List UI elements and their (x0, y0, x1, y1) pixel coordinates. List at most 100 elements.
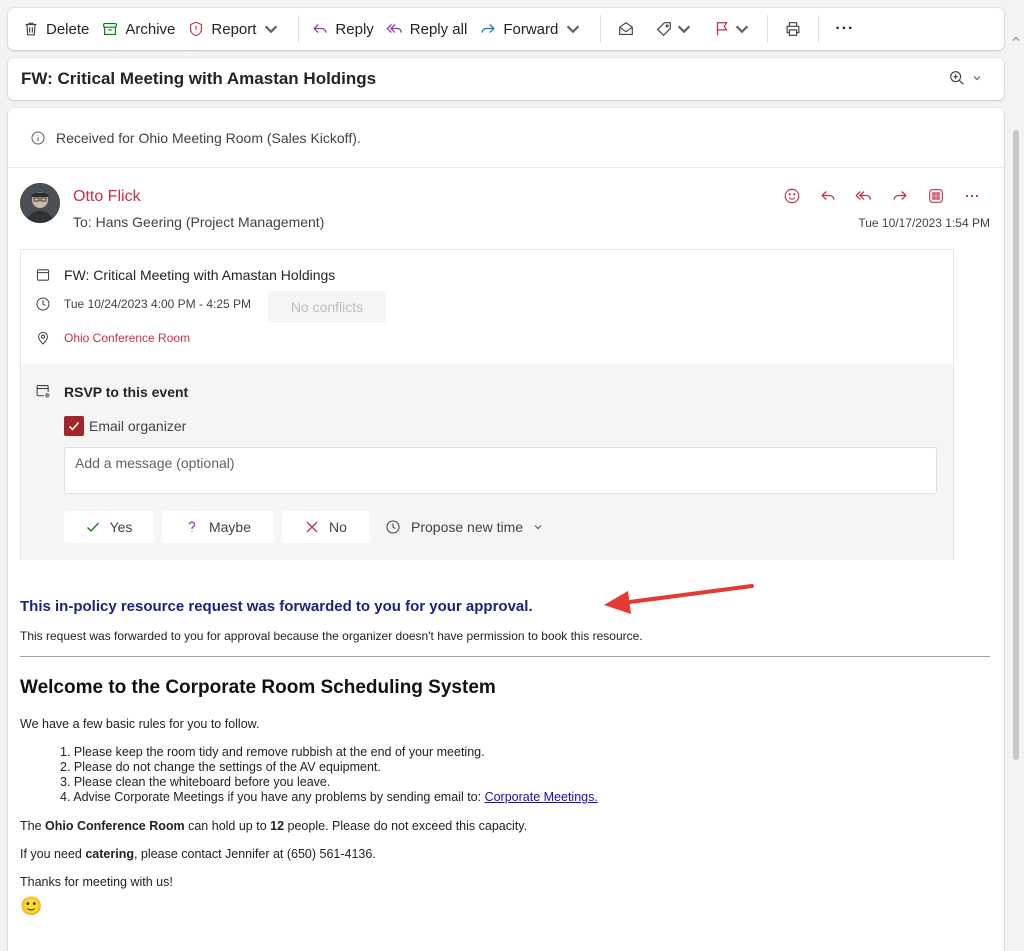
tag-icon (657, 22, 672, 37)
more-message-actions-button[interactable] (954, 183, 990, 209)
check-icon (86, 522, 99, 532)
archive-button[interactable]: Archive (95, 13, 181, 45)
toolbar-divider (767, 15, 769, 43)
rsvp-maybe-label: Maybe (208, 519, 252, 535)
event-time: Tue 10/24/2023 4:00 PM - 4:25 PM (64, 297, 252, 311)
scroll-up-icon[interactable] (1011, 34, 1021, 44)
rsvp-message-placeholder: Add a message (optional) (75, 455, 235, 471)
reply-message-button[interactable] (810, 183, 846, 209)
smiley-icon (784, 188, 800, 204)
checkbox-checked[interactable] (64, 416, 84, 436)
chevron-down-icon (973, 76, 981, 81)
rules-list: 1. Please keep the room tidy and remove … (60, 745, 990, 805)
message-subject: FW: Critical Meeting with Amastan Holdin… (21, 69, 377, 88)
report-label: Report (211, 20, 257, 38)
categorize-button[interactable] (645, 13, 703, 45)
forward-icon (481, 24, 496, 34)
event-location-row: Ohio Conference Room (35, 330, 190, 346)
avatar[interactable] (20, 183, 60, 223)
archive-icon (103, 23, 118, 35)
rule-number: 3. (60, 775, 71, 789)
reply-all-message-button[interactable] (846, 183, 882, 209)
delete-button[interactable]: Delete (16, 13, 95, 45)
message-body: This in-policy resource request was forw… (20, 598, 990, 917)
capacity-text: The Ohio Conference Room can hold up to … (20, 819, 990, 833)
approval-heading: This in-policy resource request was forw… (20, 598, 533, 615)
toolbar-divider (600, 15, 602, 43)
question-icon (188, 521, 196, 533)
printer-icon (786, 22, 800, 36)
scrollbar-thumb[interactable] (1013, 130, 1019, 760)
rsvp-message-input[interactable]: Add a message (optional) (64, 447, 937, 494)
calendar-icon (36, 269, 50, 281)
to-prefix: To: (73, 214, 92, 230)
capacity-mid: can hold up to (188, 819, 267, 833)
rule-text: Please do not change the settings of the… (73, 760, 381, 774)
rsvp-maybe-button[interactable]: Maybe (162, 511, 274, 543)
approval-text: This request was forwarded to you for ap… (20, 629, 643, 643)
sender-name[interactable]: Otto Flick (73, 188, 141, 206)
catering-post: , please contact Jennifer at (650) 561-4… (133, 847, 376, 861)
recipient-name[interactable]: Hans Geering (Project Management) (96, 214, 325, 230)
forward-button[interactable]: Forward (473, 13, 594, 45)
apps-button[interactable] (918, 183, 954, 209)
rsvp-no-label: No (329, 519, 347, 535)
apps-icon (929, 189, 943, 203)
react-button[interactable] (774, 183, 810, 209)
smiley-emoji: 🙂 (20, 896, 43, 916)
event-title: FW: Critical Meeting with Amastan Holdin… (64, 267, 336, 283)
reply-all-icon (855, 191, 871, 201)
reply-icon (821, 191, 835, 201)
chevron-down-icon (736, 25, 749, 34)
event-location[interactable]: Ohio Conference Room (64, 331, 190, 345)
scrollbar[interactable] (1008, 0, 1024, 951)
event-details: FW: Critical Meeting with Amastan Holdin… (21, 250, 953, 364)
rsvp-section: RSVP to this event Email organizer Add a… (21, 364, 953, 560)
welcome-heading: Welcome to the Corporate Room Scheduling… (20, 677, 496, 698)
flag-button[interactable] (703, 13, 761, 45)
trash-icon (25, 22, 37, 36)
forward-message-button[interactable] (882, 183, 918, 209)
mark-read-button[interactable] (607, 13, 645, 45)
print-button[interactable] (774, 13, 812, 45)
reply-button[interactable]: Reply (305, 13, 379, 45)
list-item: 1. Please keep the room tidy and remove … (60, 745, 990, 760)
catering-text: If you need catering, please contact Jen… (20, 847, 990, 861)
checkmark-icon (68, 421, 80, 431)
chevron-down-icon (567, 25, 580, 34)
toolbar-divider (818, 15, 820, 43)
rule-number: 4. (60, 790, 71, 804)
list-item: 4. Advise Corporate Meetings if you have… (60, 790, 990, 805)
rsvp-yes-label: Yes (109, 519, 133, 535)
reply-all-icon (386, 24, 402, 34)
more-actions-button[interactable]: ··· (825, 13, 864, 45)
calendar-reply-icon (36, 384, 51, 399)
zoom-button[interactable] (948, 69, 982, 87)
propose-new-time-button[interactable]: Propose new time (385, 511, 543, 543)
toolbar-divider (298, 15, 300, 43)
rule-text: Please clean the whiteboard before you l… (73, 775, 331, 789)
info-icon (31, 130, 45, 145)
capacity-room: Ohio Conference Room (45, 819, 185, 833)
more-icon (965, 194, 979, 198)
rsvp-no-button[interactable]: No (282, 511, 370, 543)
email-organizer-checkbox[interactable]: Email organizer (64, 416, 186, 436)
reply-all-button[interactable]: Reply all (380, 13, 474, 45)
rule-text: Please keep the room tidy and remove rub… (73, 745, 485, 759)
capacity-number: 12 (270, 819, 285, 833)
recipient-line: To: Hans Geering (Project Management) (73, 214, 324, 230)
email-organizer-label: Email organizer (89, 418, 187, 434)
rsvp-yes-button[interactable]: Yes (64, 511, 154, 543)
rule-number: 2. (60, 760, 71, 774)
propose-label: Propose new time (411, 519, 524, 535)
report-button[interactable]: Report (181, 13, 292, 45)
event-time-row: Tue 10/24/2023 4:00 PM - 4:25 PM (35, 296, 251, 312)
corporate-meetings-link[interactable]: Corporate Meetings. (485, 790, 598, 804)
rsvp-heading-row: RSVP to this event (35, 383, 188, 400)
archive-label: Archive (125, 20, 176, 38)
forward-label: Forward (503, 20, 559, 38)
chevron-down-icon (265, 25, 278, 34)
reply-label: Reply (335, 20, 374, 38)
rules-intro: We have a few basic rules for you to fol… (20, 717, 260, 731)
rule-number: 1. (60, 745, 71, 759)
